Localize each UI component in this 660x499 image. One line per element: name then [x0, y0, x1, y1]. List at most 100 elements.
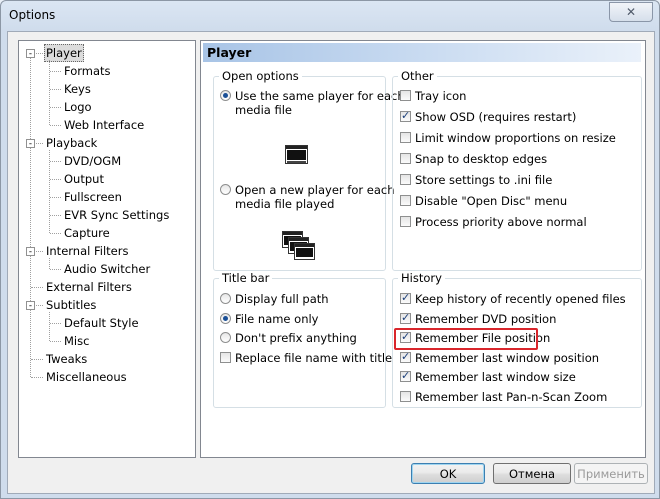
tree-item-playback[interactable]: Playback — [44, 134, 99, 152]
tree-item-web-interface[interactable]: Web Interface — [62, 116, 146, 134]
tree-connector — [50, 161, 61, 162]
tree-item-keys[interactable]: Keys — [62, 80, 93, 98]
other-store-settings-to-ini-file-checkbox[interactable]: Store settings to .ini file — [400, 173, 552, 187]
title-bar-title: Title bar — [219, 271, 273, 285]
checkbox-indicator[interactable] — [400, 291, 411, 304]
title-don-t-prefix-anything-radio[interactable]: Don't prefix anything — [220, 331, 357, 345]
tree-child-line — [49, 60, 50, 125]
other-process-priority-above-normal-checkbox[interactable]: Process priority above normal — [400, 215, 587, 229]
tree-item-internal-filters[interactable]: Internal Filters — [44, 242, 130, 260]
tree-item-logo[interactable]: Logo — [62, 98, 94, 116]
radio-indicator[interactable] — [220, 90, 231, 101]
tree-collapse-icon[interactable]: - — [26, 139, 35, 149]
tree-collapse-icon[interactable]: - — [26, 247, 35, 257]
checkbox-indicator[interactable] — [400, 350, 411, 363]
title-bar[interactable]: Options ✕ — [1, 1, 659, 31]
tree-item-capture[interactable]: Capture — [62, 224, 112, 242]
checkbox-label: Tray icon — [415, 89, 467, 103]
other-snap-to-desktop-edges-checkbox[interactable]: Snap to desktop edges — [400, 152, 547, 166]
options-window: Options ✕ Player - Formats Keys Logo Web Inte… — [0, 0, 660, 499]
checkbox-label: Keep history of recently opened files — [415, 292, 626, 306]
checkbox-indicator[interactable] — [400, 311, 411, 324]
radio-label: File name only — [235, 311, 319, 326]
checkbox-indicator[interactable] — [400, 369, 411, 382]
radio-indicator[interactable] — [220, 332, 231, 343]
checkbox-indicator[interactable] — [400, 195, 411, 206]
tree-item-label: Formats — [64, 64, 111, 78]
same-player-radio[interactable]: Use the same player for each media file — [220, 89, 405, 117]
history-remember-last-pan-n-scan-zoom-checkbox[interactable]: Remember last Pan-n-Scan Zoom — [400, 390, 607, 404]
history-remember-last-window-position-checkbox[interactable]: Remember last window position — [400, 350, 600, 365]
other-show-osd-requires-restart-checkbox[interactable]: Show OSD (requires restart) — [400, 109, 576, 124]
tree-connector — [50, 179, 61, 180]
new-player-line1: Open a new player for each — [235, 183, 395, 197]
tree-item-evr-sync-settings[interactable]: EVR Sync Settings — [62, 206, 171, 224]
tree-item-label: Logo — [64, 100, 92, 114]
checkbox-label: Limit window proportions on resize — [415, 131, 616, 145]
tree-item-output[interactable]: Output — [62, 170, 106, 188]
tree-item-default-style[interactable]: Default Style — [62, 314, 141, 332]
checkbox-label: Remember DVD position — [415, 311, 557, 326]
new-player-radio[interactable]: Open a new player for each media file pla… — [220, 183, 395, 211]
tree-item-label: DVD/OGM — [64, 154, 122, 168]
cancel-button[interactable]: Отмена — [493, 463, 571, 484]
checkbox-indicator[interactable] — [220, 352, 231, 363]
radio-indicator[interactable] — [220, 184, 231, 195]
other-title: Other — [398, 69, 437, 83]
other-tray-icon-checkbox[interactable]: Tray icon — [400, 89, 466, 103]
tree-item-label: Subtitles — [46, 298, 97, 312]
tree-connector — [50, 269, 61, 270]
other-limit-window-proportions-on-resize-checkbox[interactable]: Limit window proportions on resize — [400, 131, 616, 145]
tree-connector — [50, 341, 61, 342]
tree-item-label: Web Interface — [64, 118, 145, 132]
other-disable-open-disc-menu-checkbox[interactable]: Disable "Open Disc" menu — [400, 194, 567, 208]
title-file-name-only-radio[interactable]: File name only — [220, 312, 319, 326]
checkbox-indicator[interactable] — [400, 90, 411, 101]
tree-item-subtitles[interactable]: Subtitles — [44, 296, 98, 314]
history-remember-last-window-size-checkbox[interactable]: Remember last window size — [400, 369, 576, 384]
radio-indicator[interactable] — [220, 312, 231, 324]
history-title: History — [398, 271, 445, 285]
checkbox-label: Remember last window size — [415, 370, 576, 384]
single-player-icon — [285, 145, 308, 164]
close-button[interactable]: ✕ — [609, 2, 653, 22]
tree-connector — [50, 215, 61, 216]
radio-indicator[interactable] — [220, 293, 231, 304]
tree-collapse-icon[interactable]: - — [26, 301, 35, 311]
checkbox-indicator[interactable] — [400, 153, 411, 164]
open-options-title: Open options — [219, 69, 302, 83]
tree-connector — [50, 71, 61, 72]
checkbox-indicator[interactable] — [400, 390, 411, 402]
tree-item-label: Internal Filters — [46, 244, 129, 258]
tree-child-line — [49, 258, 50, 269]
checkbox-label: Remember last window position — [415, 350, 600, 365]
settings-tree[interactable]: Player - Formats Keys Logo Web Interface Playb… — [18, 40, 196, 458]
tree-item-dvd-ogm[interactable]: DVD/OGM — [62, 152, 123, 170]
replace-filename-checkbox[interactable]: Replace file name with title — [220, 351, 392, 365]
tree-connector — [50, 233, 61, 234]
tree-item-external-filters[interactable]: External Filters — [44, 278, 134, 296]
same-player-line1: Use the same player for each — [235, 89, 405, 103]
checkbox-indicator[interactable] — [400, 216, 411, 227]
tree-item-label: EVR Sync Settings — [64, 208, 170, 222]
tree-item-formats[interactable]: Formats — [62, 62, 113, 80]
tree-item-label: Keys — [64, 82, 91, 96]
tree-collapse-icon[interactable]: - — [26, 49, 35, 59]
checkbox-indicator[interactable] — [400, 109, 411, 122]
tree-item-miscellaneous[interactable]: Miscellaneous — [44, 368, 129, 386]
same-player-line2: media file — [235, 103, 292, 117]
history-remember-dvd-position-checkbox[interactable]: Remember DVD position — [400, 311, 557, 326]
tree-item-misc[interactable]: Misc — [62, 332, 91, 350]
tree-connector — [50, 89, 61, 90]
ok-button[interactable]: OK — [411, 463, 485, 484]
page-title: Player — [203, 43, 641, 62]
tree-item-tweaks[interactable]: Tweaks — [44, 350, 89, 368]
history-keep-history-of-recently-opened-files-checkbox[interactable]: Keep history of recently opened files — [400, 291, 626, 306]
checkbox-indicator[interactable] — [400, 174, 411, 185]
apply-button[interactable]: Применить — [574, 463, 648, 484]
tree-item-fullscreen[interactable]: Fullscreen — [62, 188, 124, 206]
checkbox-indicator[interactable] — [400, 132, 411, 143]
tree-item-audio-switcher[interactable]: Audio Switcher — [62, 260, 152, 278]
tree-connector — [50, 107, 61, 108]
title-display-full-path-radio[interactable]: Display full path — [220, 292, 329, 306]
